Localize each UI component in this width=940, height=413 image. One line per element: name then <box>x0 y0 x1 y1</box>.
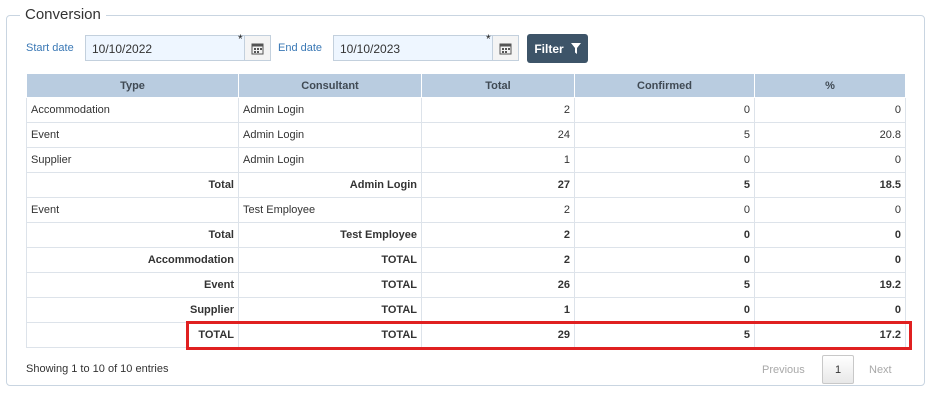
consultant-cell: Admin Login <box>238 172 422 198</box>
table-row: Accommodation Admin Login 2 0 0 <box>26 97 906 123</box>
start-date-label: Start date <box>26 42 74 54</box>
type-cell: Accommodation <box>26 247 239 273</box>
confirmed-cell: 0 <box>574 147 755 173</box>
consultant-cell: TOTAL <box>238 247 422 273</box>
type-cell: Supplier <box>26 297 239 323</box>
confirmed-cell: 0 <box>574 222 755 248</box>
confirmed-cell: 5 <box>574 172 755 198</box>
table-header-row: Type Consultant Total Confirmed % <box>26 73 906 98</box>
column-header-percent[interactable]: % <box>754 73 906 98</box>
type-cell: Event <box>26 122 239 148</box>
filter-button[interactable]: Filter <box>527 34 588 63</box>
pagination-previous[interactable]: Previous <box>762 364 805 376</box>
start-date-required-mark: * <box>238 32 243 46</box>
calendar-icon <box>499 43 512 54</box>
percent-cell: 0 <box>754 297 906 323</box>
funnel-icon <box>570 43 581 54</box>
consultant-cell: Test Employee <box>238 197 422 223</box>
total-cell: 2 <box>421 247 575 273</box>
total-cell: 27 <box>421 172 575 198</box>
percent-cell: 0 <box>754 147 906 173</box>
percent-cell: 20.8 <box>754 122 906 148</box>
entries-info: Showing 1 to 10 of 10 entries <box>26 363 169 375</box>
confirmed-cell: 0 <box>574 97 755 123</box>
end-date-required-mark: * <box>486 32 491 46</box>
type-cell: Event <box>26 272 239 298</box>
consultant-cell: Admin Login <box>238 147 422 173</box>
consultant-cell: TOTAL <box>238 322 422 348</box>
conversion-table: Type Consultant Total Confirmed % Accomm… <box>26 73 906 348</box>
filter-button-label: Filter <box>534 41 564 56</box>
percent-cell: 0 <box>754 247 906 273</box>
subtotal-row: Total Test Employee 2 0 0 <box>26 222 906 248</box>
grand-total-row: TOTAL TOTAL 29 5 17.2 <box>26 322 906 348</box>
type-cell: Total <box>26 172 239 198</box>
total-cell: 1 <box>421 147 575 173</box>
type-cell: TOTAL <box>26 322 239 348</box>
column-header-type[interactable]: Type <box>26 73 239 98</box>
end-date-label: End date <box>278 42 323 54</box>
subtotal-row: Total Admin Login 27 5 18.5 <box>26 172 906 198</box>
consultant-cell: Admin Login <box>238 97 422 123</box>
subtotal-row: Accommodation TOTAL 2 0 0 <box>26 247 906 273</box>
total-cell: 2 <box>421 97 575 123</box>
table-row: Event Admin Login 24 5 20.8 <box>26 122 906 148</box>
column-header-total[interactable]: Total <box>421 73 575 98</box>
section-title: Conversion <box>20 6 106 23</box>
calendar-icon <box>251 43 264 54</box>
start-date-calendar-button[interactable] <box>245 35 271 61</box>
table-row: Supplier Admin Login 1 0 0 <box>26 147 906 173</box>
pagination-page-1[interactable]: 1 <box>822 355 854 384</box>
subtotal-row: Supplier TOTAL 1 0 0 <box>26 297 906 323</box>
percent-cell: 18.5 <box>754 172 906 198</box>
percent-cell: 0 <box>754 97 906 123</box>
confirmed-cell: 0 <box>574 297 755 323</box>
consultant-cell: Test Employee <box>238 222 422 248</box>
total-cell: 29 <box>421 322 575 348</box>
total-cell: 24 <box>421 122 575 148</box>
consultant-cell: Admin Login <box>238 122 422 148</box>
percent-cell: 17.2 <box>754 322 906 348</box>
type-cell: Accommodation <box>26 97 239 123</box>
type-cell: Supplier <box>26 147 239 173</box>
pagination-next[interactable]: Next <box>869 364 892 376</box>
confirmed-cell: 0 <box>574 247 755 273</box>
confirmed-cell: 5 <box>574 122 755 148</box>
end-date-calendar-button[interactable] <box>493 35 519 61</box>
type-cell: Event <box>26 197 239 223</box>
percent-cell: 19.2 <box>754 272 906 298</box>
confirmed-cell: 5 <box>574 322 755 348</box>
total-cell: 26 <box>421 272 575 298</box>
end-date-input[interactable]: 10/10/2023 <box>333 35 493 61</box>
table-row: Event Test Employee 2 0 0 <box>26 197 906 223</box>
subtotal-row: Event TOTAL 26 5 19.2 <box>26 272 906 298</box>
column-header-consultant[interactable]: Consultant <box>238 73 422 98</box>
consultant-cell: TOTAL <box>238 297 422 323</box>
start-date-input[interactable]: 10/10/2022 <box>85 35 245 61</box>
percent-cell: 0 <box>754 222 906 248</box>
confirmed-cell: 5 <box>574 272 755 298</box>
column-header-confirmed[interactable]: Confirmed <box>574 73 755 98</box>
total-cell: 1 <box>421 297 575 323</box>
confirmed-cell: 0 <box>574 197 755 223</box>
total-cell: 2 <box>421 197 575 223</box>
consultant-cell: TOTAL <box>238 272 422 298</box>
percent-cell: 0 <box>754 197 906 223</box>
type-cell: Total <box>26 222 239 248</box>
total-cell: 2 <box>421 222 575 248</box>
